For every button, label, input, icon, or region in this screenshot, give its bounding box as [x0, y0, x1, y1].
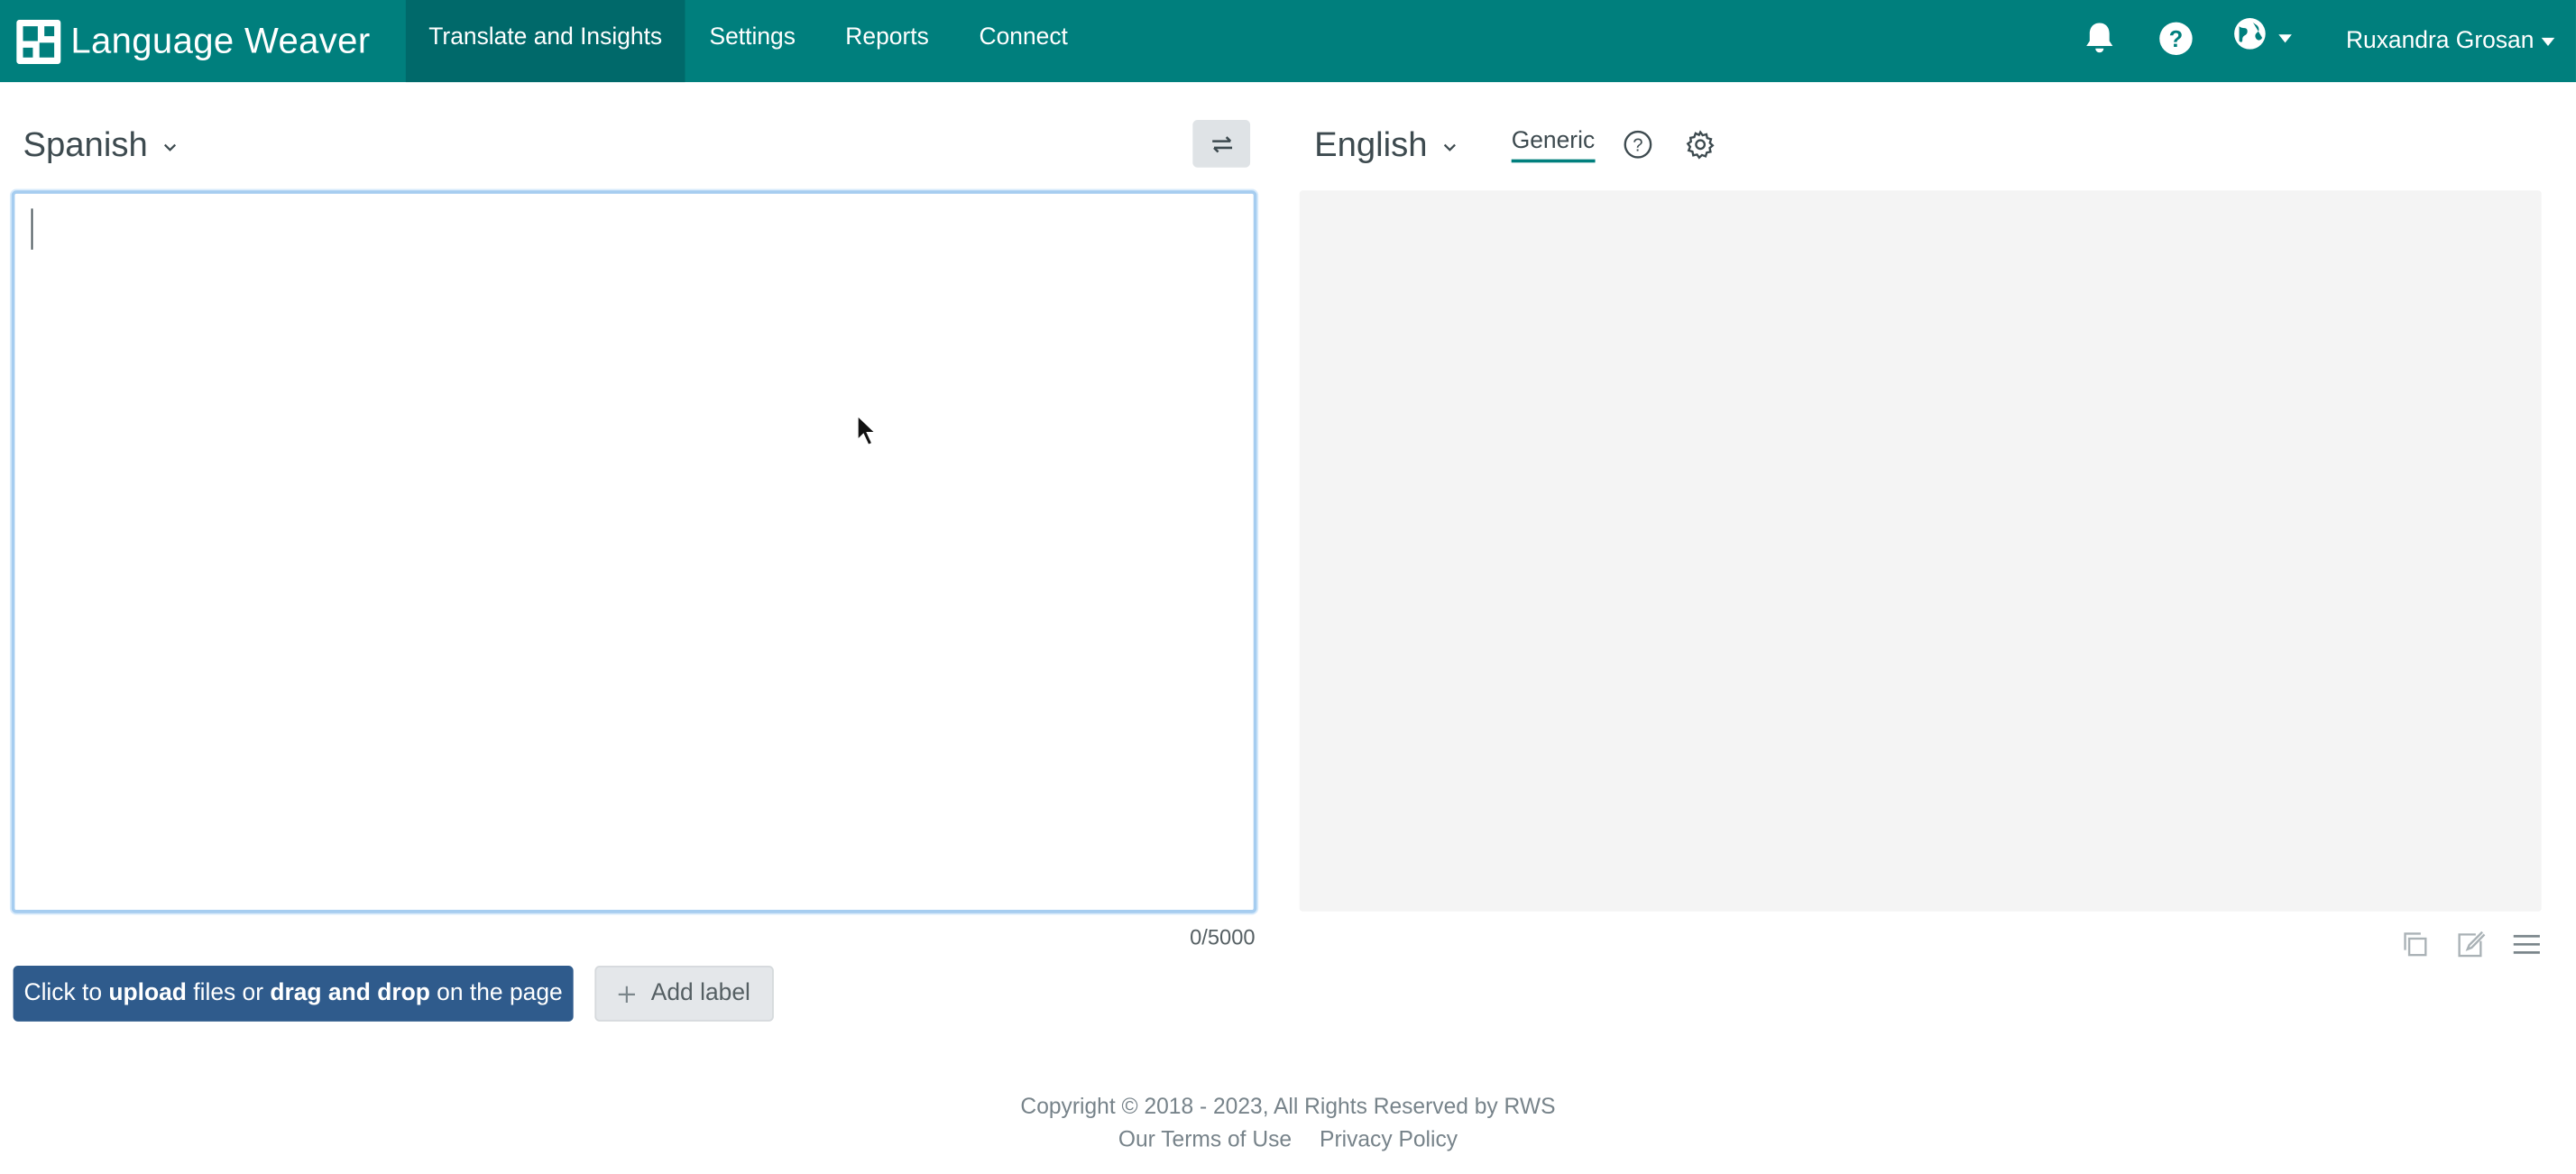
source-text-panel: [11, 190, 1257, 913]
swap-icon: [1211, 135, 1232, 152]
copy-icon[interactable]: [2397, 926, 2433, 962]
chevron-down-icon: [1443, 142, 1456, 151]
brand-name: Language Weaver: [70, 19, 371, 61]
mouse-pointer-icon: [856, 413, 879, 446]
target-translation-output: [1299, 190, 2542, 912]
terms-of-use-link[interactable]: Our Terms of Use: [1118, 1126, 1292, 1151]
source-language-label: Spanish: [23, 126, 148, 165]
nav-translate-and-insights[interactable]: Translate and Insights: [405, 0, 685, 83]
language-weaver-logo-icon: [16, 18, 61, 64]
target-language-select[interactable]: English: [1314, 122, 1457, 171]
add-label-text: Add label: [650, 980, 750, 1007]
bell-icon[interactable]: [2080, 18, 2120, 58]
model-tab-generic[interactable]: Generic: [1511, 128, 1596, 163]
top-navigation-bar: Language Weaver Translate and Insights S…: [0, 0, 2576, 83]
menu-icon[interactable]: [2508, 926, 2544, 962]
caret-down-icon: [2278, 33, 2292, 42]
upload-text-bold-upload: upload: [108, 980, 187, 1007]
globe-icon: [2232, 16, 2267, 59]
target-language-label: English: [1314, 126, 1428, 165]
add-label-button[interactable]: Add label: [594, 965, 774, 1022]
privacy-policy-link[interactable]: Privacy Policy: [1320, 1126, 1458, 1151]
svg-text:?: ?: [2168, 26, 2183, 51]
nav-connect[interactable]: Connect: [954, 0, 1092, 82]
globe-language-menu[interactable]: [2232, 18, 2298, 58]
help-circle-icon[interactable]: ?: [1622, 128, 1654, 161]
footer-links: Our Terms of Use Privacy Policy: [0, 1126, 2576, 1151]
source-language-select[interactable]: Spanish: [23, 122, 177, 171]
swap-languages-button[interactable]: [1192, 119, 1251, 168]
brand-logo[interactable]: Language Weaver: [16, 16, 370, 66]
caret-down-icon: [2542, 36, 2556, 46]
text-cursor: [31, 208, 33, 250]
svg-text:?: ?: [1633, 136, 1642, 156]
upload-text-prefix: Click to: [23, 980, 103, 1007]
character-count: 0/5000: [1190, 924, 1256, 949]
upload-text-suffix: on the page: [437, 980, 563, 1007]
user-name: Ruxandra Grosan: [2345, 27, 2535, 55]
nav-settings[interactable]: Settings: [685, 0, 820, 82]
edit-icon[interactable]: [2452, 926, 2489, 962]
nav-reports[interactable]: Reports: [820, 0, 954, 82]
plus-icon: [619, 985, 636, 1003]
chevron-down-icon: [163, 142, 176, 151]
help-icon[interactable]: ?: [2156, 18, 2195, 58]
copyright-text: Copyright © 2018 - 2023, All Rights Rese…: [1020, 1094, 1556, 1119]
gear-icon[interactable]: [1684, 128, 1716, 161]
upload-text-bold-drag: drag and drop: [270, 980, 430, 1007]
upload-text-mid: files or: [193, 980, 264, 1007]
source-text-input[interactable]: [14, 193, 1254, 911]
user-menu[interactable]: Ruxandra Grosan: [2345, 0, 2556, 82]
upload-files-button[interactable]: Click to upload files or drag and drop o…: [13, 965, 574, 1022]
app-page: Language Weaver Translate and Insights S…: [0, 0, 2576, 1174]
